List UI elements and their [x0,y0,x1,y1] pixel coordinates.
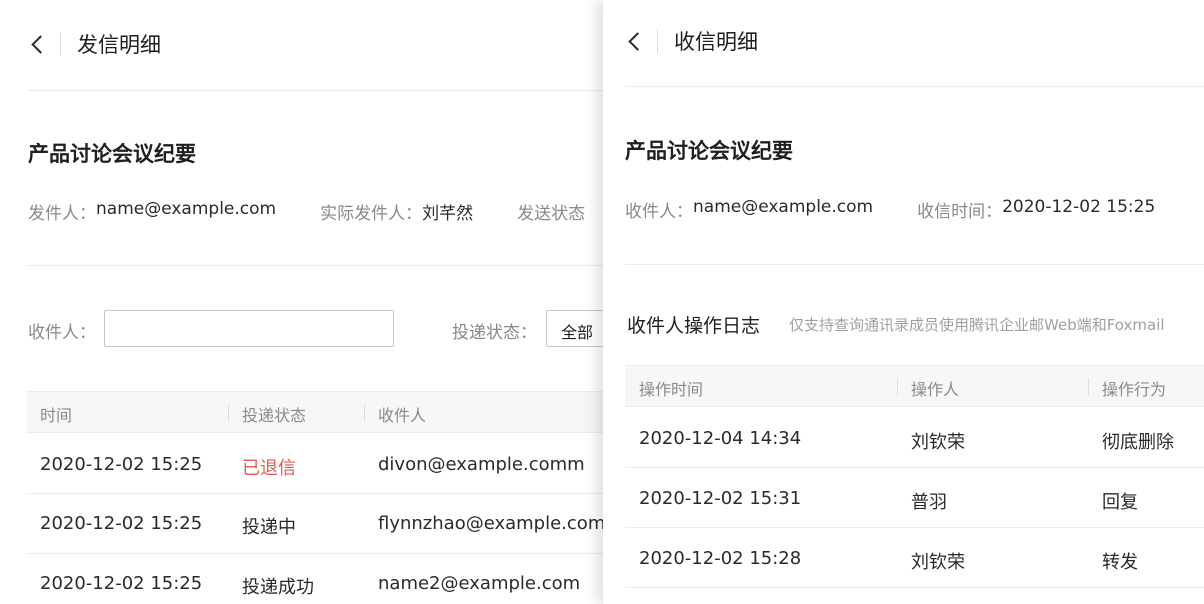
mail-subject: 产品讨论会议纪要 [625,139,793,163]
row-status: 投递成功 [242,577,314,598]
row-recipient: name2@example.com [378,573,581,594]
table-header: 操作时间 操作人 操作行为 [625,365,1204,407]
sender-value: name@example.com [96,199,277,219]
mail-subject: 产品讨论会议纪要 [28,142,196,166]
row-operation-action: 回复 [1102,492,1138,513]
column-operation-time: 操作时间 [639,380,704,399]
receive-meta: 收件人： name@example.com 收信时间： 2020-12-02 1… [625,197,1155,222]
operation-log-title: 收件人操作日志 [627,315,761,337]
row-status: 已退信 [242,458,296,479]
table-header: 时间 投递状态 收件人 [26,391,620,433]
back-arrow-icon[interactable] [28,31,48,57]
receive-time-value: 2020-12-02 15:25 [1002,197,1156,217]
divider [625,86,1204,87]
row-operator: 刘钦荣 [911,552,965,573]
row-operation-time: 2020-12-02 15:31 [639,488,802,509]
send-status-label: 发送状态 [517,204,586,224]
table-row[interactable]: 2020-12-02 15:25 已退信 divon@example.comm [26,434,620,494]
row-time: 2020-12-02 15:25 [40,513,203,534]
column-operator: 操作人 [911,380,960,399]
row-time: 2020-12-02 15:25 [40,454,203,475]
sent-header: 发信明细 [28,22,161,66]
received-header: 收信明细 [625,19,758,63]
recipient-search-input[interactable] [104,310,394,347]
column-time: 时间 [40,406,73,425]
table-row[interactable]: 2020-12-02 15:25 投递成功 name2@example.com [26,554,620,604]
divider [28,265,620,266]
divider [625,264,1204,265]
table-row[interactable]: 2020-12-02 15:25 投递中 flynnzhao@example.c… [26,494,620,554]
operation-log-note: 仅支持查询通讯录成员使用腾讯企业邮Web端和Foxmail [789,316,1165,334]
column-status: 投递状态 [242,406,307,425]
sender-meta: 发件人： name@example.com 实际发件人： 刘芊然 发送状态 [28,199,585,224]
table-row[interactable]: 2020-12-02 15:31 普羽 回复 [625,468,1204,528]
actual-sender-value: 刘芊然 [422,204,474,224]
recipient-label: 收件人： [625,202,693,222]
receive-time-label: 收信时间： [917,202,1003,222]
sent-detail-panel: 发信明细 产品讨论会议纪要 发件人： name@example.com 实际发件… [0,0,620,604]
header-divider [657,29,658,53]
delivery-status-label: 投递状态： [452,323,537,343]
back-arrow-icon[interactable] [625,28,645,54]
divider [28,90,620,91]
row-operator: 普羽 [911,492,947,513]
row-time: 2020-12-02 15:25 [40,573,203,594]
sender-label: 发件人： [28,204,96,224]
row-recipient: divon@example.comm [378,454,585,475]
column-operation-action: 操作行为 [1102,380,1167,399]
row-operation-time: 2020-12-04 14:34 [639,428,802,449]
header-divider [60,32,61,56]
page-title: 收信明细 [674,30,758,54]
table-row[interactable]: 2020-12-04 14:34 刘钦荣 彻底删除 [625,408,1204,468]
page-title: 发信明细 [77,33,161,57]
row-operation-time: 2020-12-02 15:28 [639,548,802,569]
row-operation-action: 彻底删除 [1102,432,1174,453]
recipient-value: name@example.com [693,197,874,217]
column-recipient: 收件人 [378,406,427,425]
recipient-filter-label: 收件人： [28,323,96,343]
actual-sender-label: 实际发件人： [320,204,423,224]
row-status: 投递中 [242,517,296,538]
row-operation-action: 转发 [1102,552,1138,573]
row-operator: 刘钦荣 [911,432,965,453]
table-row[interactable]: 2020-12-02 15:28 刘钦荣 转发 [625,528,1204,588]
received-detail-panel: 收信明细 产品讨论会议纪要 收件人： name@example.com 收信时间… [603,0,1204,604]
row-recipient: flynnzhao@example.com [378,513,606,534]
